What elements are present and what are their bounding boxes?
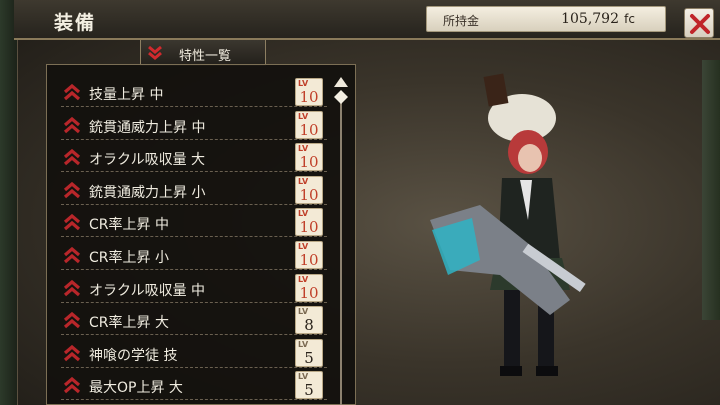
level-tag: LV: [298, 176, 309, 186]
trait-row[interactable]: 銃貫通威力上昇 小 LV 10: [61, 175, 327, 205]
page-title: 装備: [54, 12, 97, 34]
trait-label: オラクル吸収量 中: [89, 282, 206, 299]
trait-list-tab[interactable]: 特性一覧: [140, 40, 266, 66]
trait-row[interactable]: 神喰の学徒 技 LV 5: [61, 338, 327, 368]
trait-label: 最大OP上昇 大: [89, 380, 183, 397]
double-chevron-up-icon: [63, 181, 81, 199]
level-badge: LV 5: [295, 338, 323, 367]
double-chevron-up-icon: [63, 149, 81, 166]
double-chevron-up-icon: [63, 83, 81, 101]
diamond-icon[interactable]: [334, 90, 348, 104]
trait-row[interactable]: CR率上昇 小 LV 10: [61, 240, 327, 270]
level-badge: LV 10: [295, 110, 323, 139]
level-value: 10: [299, 185, 319, 204]
level-value: 10: [299, 153, 319, 172]
level-badge: LV 10: [295, 143, 323, 172]
level-value: 10: [299, 283, 319, 302]
trait-label: オラクル吸収量 大: [89, 152, 206, 169]
close-icon: [690, 14, 710, 34]
level-tag: LV: [298, 144, 309, 154]
level-tag: LV: [298, 339, 309, 349]
money-label: 所持金: [443, 14, 480, 28]
trait-row[interactable]: CR率上昇 中 LV 10: [61, 207, 327, 238]
trait-list-panel: 技量上昇 中 LV 10 銃貫通威力上昇 中 LV 10 オラクル吸収量 大 LV 10 銃貫通威…: [46, 64, 356, 405]
level-badge: LV 10: [295, 208, 323, 237]
double-chevron-up-icon: [63, 279, 81, 296]
level-value: 10: [299, 88, 319, 106]
level-value: 10: [299, 218, 319, 237]
trait-row[interactable]: オラクル吸収量 大 LV 10: [61, 142, 327, 173]
money-display: 所持金 105,792 fc: [426, 6, 666, 32]
level-tag: LV: [298, 307, 309, 317]
character-figure: [430, 73, 586, 376]
trait-row[interactable]: CR率上昇 大 LV 8: [61, 305, 327, 336]
level-tag: LV: [298, 242, 309, 251]
trait-row[interactable]: 技量上昇 中 LV 10: [61, 77, 327, 107]
level-value: 5: [304, 381, 314, 400]
background-menu-sliver: [0, 0, 18, 405]
level-value: 5: [304, 348, 314, 367]
level-badge: LV 5: [295, 371, 323, 400]
triangle-up-icon[interactable]: [333, 76, 349, 88]
double-chevron-up-icon: [63, 377, 81, 394]
level-value: 10: [299, 251, 319, 269]
level-tag: LV: [298, 274, 309, 284]
level-value: 8: [304, 316, 314, 335]
trait-label: CR率上昇 小: [89, 250, 169, 266]
trait-label: CR率上昇 大: [89, 315, 169, 332]
level-badge: LV 8: [295, 306, 323, 335]
trait-list: 技量上昇 中 LV 10 銃貫通威力上昇 中 LV 10 オラクル吸収量 大 LV 10 銃貫通威…: [55, 73, 327, 403]
level-tag: LV: [298, 372, 309, 382]
scroll-track[interactable]: [340, 94, 342, 405]
trait-list-tab-label: 特性一覧: [179, 49, 232, 64]
header-bar: 装備 所持金 105,792 fc: [14, 0, 720, 40]
background-menu-sliver-right: [702, 60, 720, 320]
double-chevron-up-icon: [63, 116, 81, 133]
level-tag: LV: [298, 79, 309, 88]
level-tag: LV: [298, 111, 309, 121]
double-chevron-down-icon: [148, 45, 162, 60]
trait-row[interactable]: 銃貫通威力上昇 中 LV 10: [61, 110, 327, 140]
level-value: 10: [299, 120, 319, 139]
level-badge: LV 10: [295, 175, 323, 204]
double-chevron-up-icon: [63, 246, 81, 264]
trait-row[interactable]: 最大OP上昇 大 LV 5: [61, 370, 327, 401]
trait-label: 銃貫通威力上昇 中: [89, 119, 206, 136]
scrollbar[interactable]: [330, 74, 352, 405]
money-unit: fc: [624, 12, 635, 26]
close-button[interactable]: [684, 8, 714, 38]
level-tag: LV: [298, 209, 309, 219]
double-chevron-up-icon: [63, 344, 81, 362]
money-value: 105,792: [561, 11, 619, 27]
trait-label: 神喰の学徒 技: [89, 347, 178, 364]
level-badge: LV 10: [295, 78, 323, 106]
trait-row[interactable]: オラクル吸収量 中 LV 10: [61, 273, 327, 303]
trait-label: CR率上昇 中: [89, 217, 169, 234]
level-badge: LV 10: [295, 273, 323, 302]
trait-label: 銃貫通威力上昇 小: [89, 184, 206, 201]
trait-label: 技量上昇 中: [89, 87, 164, 103]
double-chevron-up-icon: [63, 312, 81, 329]
double-chevron-up-icon: [63, 214, 81, 231]
level-badge: LV 10: [295, 241, 323, 269]
